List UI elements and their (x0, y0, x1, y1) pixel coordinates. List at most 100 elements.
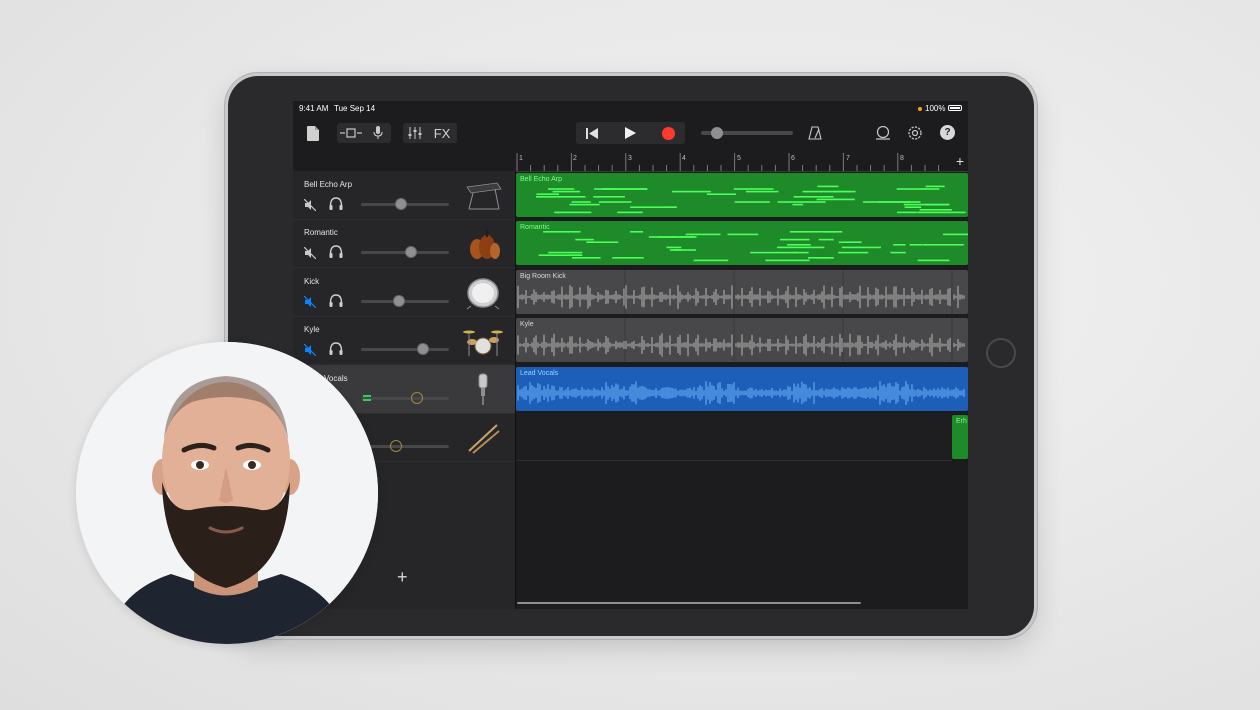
region[interactable]: Erh (952, 415, 968, 459)
drum-kit-icon[interactable] (463, 324, 503, 358)
track-volume-slider[interactable] (361, 392, 449, 404)
track-volume-knob[interactable] (392, 295, 405, 307)
orange-indicator-icon (918, 107, 922, 111)
tracks-view-button[interactable] (339, 125, 363, 141)
ruler-bar-5: 5 (737, 155, 741, 162)
settings-button[interactable] (906, 124, 924, 142)
presenter-avatar (76, 342, 378, 644)
headphones-icon (329, 197, 343, 210)
my-songs-button[interactable] (305, 124, 321, 142)
add-section-button[interactable]: + (953, 153, 967, 170)
track-header[interactable]: Romantic (293, 219, 515, 268)
region[interactable]: Kyle (516, 318, 968, 362)
play-icon (624, 127, 636, 139)
track-volume-knob[interactable] (390, 440, 403, 452)
region[interactable]: Big Room Kick (516, 270, 968, 314)
mute-button[interactable] (303, 246, 317, 260)
horizontal-scrollbar[interactable] (517, 602, 861, 604)
track-header[interactable]: Bell Echo Arp (293, 171, 515, 220)
speaker-mute-icon (303, 198, 317, 212)
midi-notes (535, 185, 966, 214)
midi-notes (538, 231, 968, 262)
battery-percent: 100% (925, 104, 946, 113)
region-label: Erh (956, 418, 967, 425)
loop-browser-button[interactable] (874, 124, 892, 142)
mute-button[interactable] (303, 295, 317, 309)
fx-button[interactable]: FX (430, 124, 454, 142)
track-name: Bell Echo Arp (304, 180, 353, 189)
track-volume-slider[interactable] (361, 198, 449, 210)
metronome-button[interactable] (807, 125, 823, 141)
ruler-bar-6: 6 (791, 155, 795, 162)
track-controls-button[interactable] (406, 125, 424, 141)
headphones-icon (329, 342, 343, 355)
master-volume-slider[interactable] (701, 127, 793, 139)
track-header[interactable]: Kick (293, 268, 515, 317)
skip-back-icon (586, 127, 598, 139)
home-button[interactable] (986, 338, 1016, 368)
kick-drum-icon[interactable] (463, 276, 503, 310)
play-button[interactable] (620, 125, 640, 141)
audio-waveform (517, 318, 965, 362)
audio-waveform (517, 381, 965, 405)
solo-button[interactable] (329, 245, 343, 258)
region[interactable]: Bell Echo Arp (516, 173, 968, 217)
loop-icon (876, 126, 890, 140)
go-to-beginning-button[interactable] (582, 125, 602, 141)
help-button[interactable]: ? (940, 125, 955, 140)
mute-button[interactable] (303, 343, 317, 357)
status-time: 9:41 AM (299, 104, 329, 113)
ruler-bar-1: 1 (519, 155, 523, 162)
track-volume-slider[interactable] (361, 440, 449, 452)
ruler-bar-4: 4 (682, 155, 686, 162)
track-header[interactable]: Kyle (293, 316, 515, 365)
speaker-mute-icon (303, 343, 317, 357)
microphone-button[interactable] (369, 125, 387, 141)
strings-icon[interactable] (463, 227, 503, 261)
solo-button[interactable] (329, 294, 343, 307)
ruler-bar-8: 8 (900, 155, 904, 162)
metronome-icon (808, 126, 822, 140)
drumsticks-icon[interactable] (463, 421, 503, 455)
audio-waveform (517, 270, 965, 314)
microphone-icon[interactable] (463, 373, 503, 407)
keyboard-icon[interactable] (463, 179, 503, 213)
track-volume-slider[interactable] (361, 295, 449, 307)
status-date: Tue Sep 14 (334, 104, 376, 113)
master-volume-knob[interactable] (711, 127, 723, 139)
region[interactable]: Romantic (516, 221, 968, 265)
track-volume-knob[interactable] (394, 198, 407, 210)
record-button[interactable] (658, 125, 678, 141)
track-volume-knob[interactable] (416, 343, 429, 355)
empty-lane-area[interactable] (516, 461, 968, 609)
timeline-ruler[interactable]: 1 2 3 4 5 6 7 8 + (516, 153, 968, 172)
track-volume-slider[interactable] (361, 343, 449, 355)
speaker-mute-icon (303, 295, 317, 309)
tracks-view-icon (340, 128, 362, 138)
view-controls-group (337, 123, 391, 143)
track-name: Romantic (304, 228, 338, 237)
level-meter (363, 395, 371, 397)
ruler-bar-7: 7 (846, 155, 850, 162)
garageband-screen: 9:41 AM Tue Sep 14 100% FX ? 1 2 3 4 5 6… (293, 101, 968, 609)
gear-icon (908, 126, 922, 140)
add-track-button[interactable]: + (397, 567, 408, 588)
track-volume-slider[interactable] (361, 246, 449, 258)
track-name: Kyle (304, 325, 320, 334)
battery-icon (948, 105, 962, 111)
mute-button[interactable] (303, 198, 317, 212)
ruler-bar-3: 3 (628, 155, 632, 162)
empty-track-lane[interactable] (516, 413, 952, 461)
transport-group (576, 122, 685, 144)
track-volume-knob[interactable] (405, 246, 418, 258)
track-name: Kick (304, 277, 320, 286)
solo-button[interactable] (329, 342, 343, 355)
region[interactable]: Lead Vocals (516, 367, 968, 411)
solo-button[interactable] (329, 197, 343, 210)
track-volume-knob[interactable] (411, 392, 424, 404)
headphones-icon (329, 245, 343, 258)
ruler-bar-2: 2 (573, 155, 577, 162)
sliders-icon (408, 127, 422, 139)
speaker-mute-icon (303, 246, 317, 260)
document-icon (307, 125, 319, 141)
